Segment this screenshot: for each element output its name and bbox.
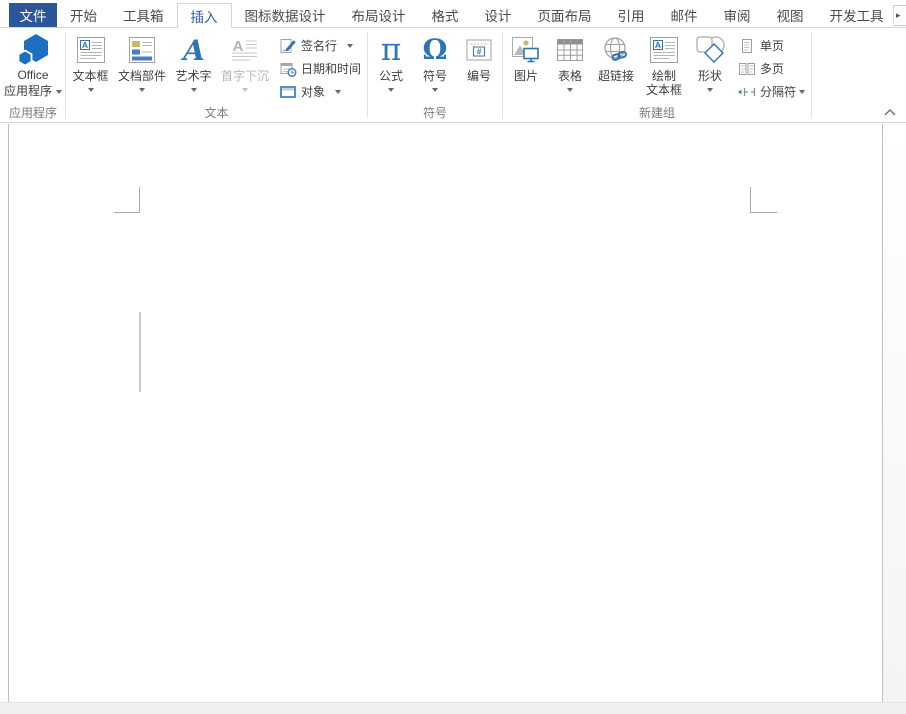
- date-time-button[interactable]: 日期和时间: [279, 60, 361, 77]
- picture-button[interactable]: 图片: [504, 32, 548, 106]
- tab-review[interactable]: 审阅: [711, 3, 764, 27]
- tab-view[interactable]: 视图: [764, 3, 817, 27]
- tab-toolbox[interactable]: 工具箱: [110, 3, 177, 27]
- document-area: [0, 124, 906, 714]
- signature-line-button[interactable]: 签名行: [279, 37, 361, 54]
- margin-crop-mark-topright: [750, 212, 777, 213]
- tab-file[interactable]: 文件: [9, 3, 57, 27]
- margin-crop-mark-topleft: [139, 187, 140, 212]
- tab-design[interactable]: 设计: [472, 3, 525, 27]
- ribbon: Office 应用程序 应用程序 A: [0, 28, 906, 123]
- textbox-icon: A: [76, 34, 106, 66]
- tab-insert[interactable]: 插入: [177, 3, 232, 28]
- equation-button[interactable]: π 公式: [369, 32, 413, 106]
- dropdown-arrow-icon: [388, 88, 394, 92]
- shapes-icon: [695, 34, 725, 66]
- ribbon-tab-bar: 文件 开始 工具箱 插入 图标数据设计 布局设计 格式 设计 页面布局 引用 邮…: [0, 0, 906, 28]
- single-page-icon: [738, 38, 756, 54]
- tab-format[interactable]: 格式: [419, 3, 472, 27]
- group-separator: [502, 32, 503, 118]
- tab-developer[interactable]: 开发工具: [817, 3, 897, 27]
- office-apps-icon: [15, 34, 51, 66]
- single-page-button[interactable]: 单页: [738, 37, 805, 54]
- dropdown-arrow-icon: [432, 88, 438, 92]
- dropdown-arrow-icon: [88, 88, 94, 92]
- tab-scroll-more-button[interactable]: ▸: [893, 5, 906, 26]
- quickparts-icon: [128, 34, 156, 66]
- tab-icon-data-design[interactable]: 图标数据设计: [232, 3, 339, 27]
- ribbon-group-text: A 文本框: [67, 28, 366, 122]
- svg-text:#: #: [477, 47, 482, 57]
- text-cursor: [139, 312, 141, 392]
- draw-textbox-button[interactable]: A 绘制 文本框: [640, 32, 688, 106]
- tab-mailings[interactable]: 邮件: [658, 3, 711, 27]
- hyperlink-button[interactable]: 超链接: [592, 32, 640, 106]
- symbol-omega-icon: Ω: [423, 34, 448, 66]
- group-separator: [367, 32, 368, 118]
- tab-references[interactable]: 引用: [605, 3, 658, 27]
- office-apps-label-line2: 应用程序: [4, 84, 62, 98]
- date-time-icon: [279, 61, 297, 77]
- group-separator: [811, 32, 812, 118]
- wordart-icon: A: [180, 34, 208, 66]
- dropdown-arrow-icon: [56, 90, 62, 94]
- object-icon: [279, 84, 297, 100]
- group-label-text: 文本: [67, 106, 366, 122]
- margin-crop-mark-topright: [750, 187, 751, 212]
- symbol-button[interactable]: Ω 符号: [413, 32, 457, 106]
- draw-textbox-icon: A: [649, 34, 679, 66]
- hyperlink-icon: [601, 34, 631, 66]
- status-bar: [0, 702, 906, 714]
- word-window: 文件 开始 工具箱 插入 图标数据设计 布局设计 格式 设计 页面布局 引用 邮…: [0, 0, 906, 714]
- svg-text:A: A: [180, 35, 205, 65]
- dropdown-arrow-icon: [567, 88, 573, 92]
- page-break-icon: [738, 84, 756, 100]
- svg-text:A: A: [233, 38, 244, 55]
- dropcap-icon: A: [230, 34, 260, 66]
- group-label-symbols: 符号: [369, 106, 501, 122]
- group-label-apps: 应用程序: [2, 106, 64, 122]
- picture-icon: [511, 34, 541, 66]
- tab-page-layout[interactable]: 页面布局: [525, 3, 605, 27]
- scrollbar-track[interactable]: [883, 124, 906, 702]
- svg-text:A: A: [655, 40, 661, 50]
- svg-text:A: A: [81, 40, 87, 50]
- margin-crop-mark-topleft: [114, 212, 140, 213]
- tab-layout-design[interactable]: 布局设计: [339, 3, 419, 27]
- object-button[interactable]: 对象: [279, 83, 361, 100]
- multi-page-icon: [738, 61, 756, 77]
- chevron-up-icon: [884, 109, 896, 116]
- dropdown-arrow-icon: [191, 88, 197, 92]
- numbering-icon: #: [465, 34, 493, 66]
- office-apps-label-line1: Office: [17, 68, 48, 82]
- multi-page-button[interactable]: 多页: [738, 60, 805, 77]
- ribbon-group-apps: Office 应用程序 应用程序: [2, 28, 64, 122]
- office-apps-button[interactable]: Office 应用程序: [2, 32, 64, 106]
- breaks-button[interactable]: 分隔符: [738, 83, 805, 100]
- right-arrow-icon: ▸: [894, 11, 901, 20]
- ribbon-group-symbols: π 公式 Ω 符号 #: [369, 28, 501, 122]
- group-label-new: 新建组: [504, 106, 810, 122]
- tab-home[interactable]: 开始: [57, 3, 110, 27]
- quickparts-button[interactable]: 文档部件: [114, 32, 170, 106]
- equation-pi-icon: π: [381, 34, 401, 66]
- textbox-button[interactable]: A 文本框: [67, 32, 114, 106]
- dropcap-button: A 首字下沉: [217, 32, 273, 106]
- dropdown-arrow-icon: [242, 88, 248, 92]
- ribbon-group-new: 图片 表格: [504, 28, 810, 122]
- table-icon: [556, 34, 584, 66]
- dropdown-arrow-icon: [335, 90, 341, 94]
- dropdown-arrow-icon: [347, 44, 353, 48]
- dropdown-arrow-icon: [799, 90, 805, 94]
- shapes-button[interactable]: 形状: [688, 32, 732, 106]
- document-left-margin-strip: [0, 124, 8, 702]
- collapse-ribbon-button[interactable]: [882, 106, 898, 118]
- dropdown-arrow-icon: [707, 88, 713, 92]
- numbering-button[interactable]: # 编号: [457, 32, 501, 106]
- wordart-button[interactable]: A 艺术字: [170, 32, 217, 106]
- dropdown-arrow-icon: [139, 88, 145, 92]
- group-separator: [65, 32, 66, 118]
- signature-line-icon: [279, 38, 297, 54]
- table-button[interactable]: 表格: [548, 32, 592, 106]
